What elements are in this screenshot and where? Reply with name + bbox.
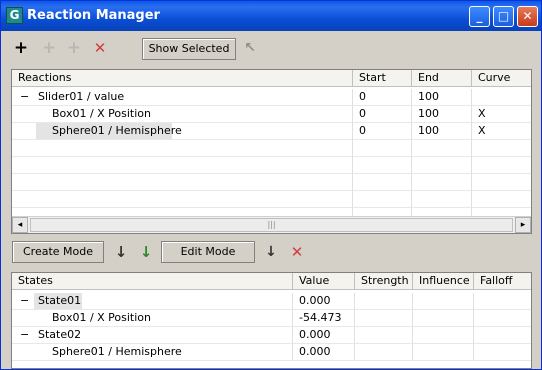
pick-cursor-icon[interactable]: ↖ xyxy=(242,40,258,56)
state-name: Box01 / X Position xyxy=(52,311,152,324)
reactions-column-header[interactable]: Reactions xyxy=(12,70,353,87)
reaction-row[interactable]: − Slider01 / value 0 100 xyxy=(12,89,531,106)
scroll-right-icon[interactable]: ▸ xyxy=(515,217,531,233)
state-value[interactable]: 0.000 xyxy=(293,293,355,310)
add-reaction-icon[interactable]: + xyxy=(13,40,29,57)
add-state-disabled-icon: + xyxy=(66,38,82,58)
append-state-icon[interactable]: ↓ xyxy=(138,244,154,260)
reaction-start[interactable]: 0 xyxy=(353,123,412,140)
value-column-header[interactable]: Value xyxy=(293,273,355,290)
state-name: State01 xyxy=(34,293,82,309)
falloff-column-header[interactable]: Falloff xyxy=(474,273,531,290)
reactions-horizontal-scrollbar[interactable]: ◂ ||| ▸ xyxy=(12,216,531,233)
window-title: Reaction Manager xyxy=(27,8,160,23)
create-mode-button[interactable]: Create Mode xyxy=(12,241,104,263)
delete-state-icon[interactable]: ✕ xyxy=(289,244,305,260)
reaction-start[interactable]: 0 xyxy=(353,89,412,106)
collapse-icon[interactable]: − xyxy=(20,327,29,343)
add-reaction-disabled-icon: + xyxy=(41,38,57,58)
reactions-toolbar: + + + ✕ Show Selected ↖ xyxy=(1,31,541,67)
reactions-list: Reactions Start End Curve − Slider01 / v… xyxy=(11,69,532,234)
curve-column-header[interactable]: Curve xyxy=(472,70,531,87)
empty-row xyxy=(12,140,531,157)
reaction-name: Box01 / X Position xyxy=(52,107,152,120)
empty-row xyxy=(12,174,531,191)
reaction-curve[interactable]: X xyxy=(472,123,531,140)
reaction-end[interactable]: 100 xyxy=(412,89,472,106)
state-value[interactable]: 0.000 xyxy=(293,344,355,361)
minimize-button[interactable]: _ xyxy=(469,6,490,27)
state-name: State02 xyxy=(38,328,82,341)
empty-row xyxy=(12,191,531,208)
state-row[interactable]: Sphere01 / Hemisphere 0.000 xyxy=(12,344,531,361)
reaction-curve[interactable]: X xyxy=(472,106,531,123)
end-column-header[interactable]: End xyxy=(412,70,472,87)
states-list: States Value Strength Influence Falloff … xyxy=(11,272,532,369)
reaction-row[interactable]: Box01 / X Position 0 100 X xyxy=(12,106,531,123)
show-selected-button[interactable]: Show Selected xyxy=(142,38,236,60)
scroll-left-icon[interactable]: ◂ xyxy=(12,217,28,233)
edit-mode-button[interactable]: Edit Mode xyxy=(161,241,255,263)
reaction-row[interactable]: Sphere01 / Hemisphere 0 100 X xyxy=(12,123,531,140)
maximize-button[interactable]: □ xyxy=(493,6,514,27)
start-column-header[interactable]: Start xyxy=(353,70,412,87)
move-down-icon[interactable]: ↓ xyxy=(263,244,279,260)
delete-icon[interactable]: ✕ xyxy=(92,40,108,56)
state-row[interactable]: Box01 / X Position -54.473 xyxy=(12,310,531,327)
state-value[interactable]: 0.000 xyxy=(293,327,355,344)
close-button[interactable]: ✕ xyxy=(517,6,538,27)
app-icon: G xyxy=(6,7,23,24)
title-bar[interactable]: G Reaction Manager _ □ ✕ xyxy=(1,1,541,31)
strength-column-header[interactable]: Strength xyxy=(355,273,413,290)
states-column-header[interactable]: States xyxy=(12,273,293,290)
reaction-name: Slider01 / value xyxy=(38,90,125,103)
collapse-icon[interactable]: − xyxy=(20,293,29,309)
reaction-name: Sphere01 / Hemisphere xyxy=(36,123,182,139)
influence-column-header[interactable]: Influence xyxy=(413,273,474,290)
add-state-icon[interactable]: ↓ xyxy=(113,244,129,260)
reaction-start[interactable]: 0 xyxy=(353,106,412,123)
state-row[interactable]: − State01 0.000 xyxy=(12,293,531,310)
state-row[interactable]: − State02 0.000 xyxy=(12,327,531,344)
reaction-manager-window: G Reaction Manager _ □ ✕ + + + ✕ Show Se… xyxy=(0,0,542,370)
empty-row xyxy=(12,157,531,174)
reaction-end[interactable]: 100 xyxy=(412,123,472,140)
scroll-thumb[interactable]: ||| xyxy=(30,218,513,232)
state-value[interactable]: -54.473 xyxy=(293,310,355,327)
state-name: Sphere01 / Hemisphere xyxy=(52,345,182,358)
reaction-curve[interactable] xyxy=(472,89,531,106)
collapse-icon[interactable]: − xyxy=(20,89,29,105)
reaction-end[interactable]: 100 xyxy=(412,106,472,123)
